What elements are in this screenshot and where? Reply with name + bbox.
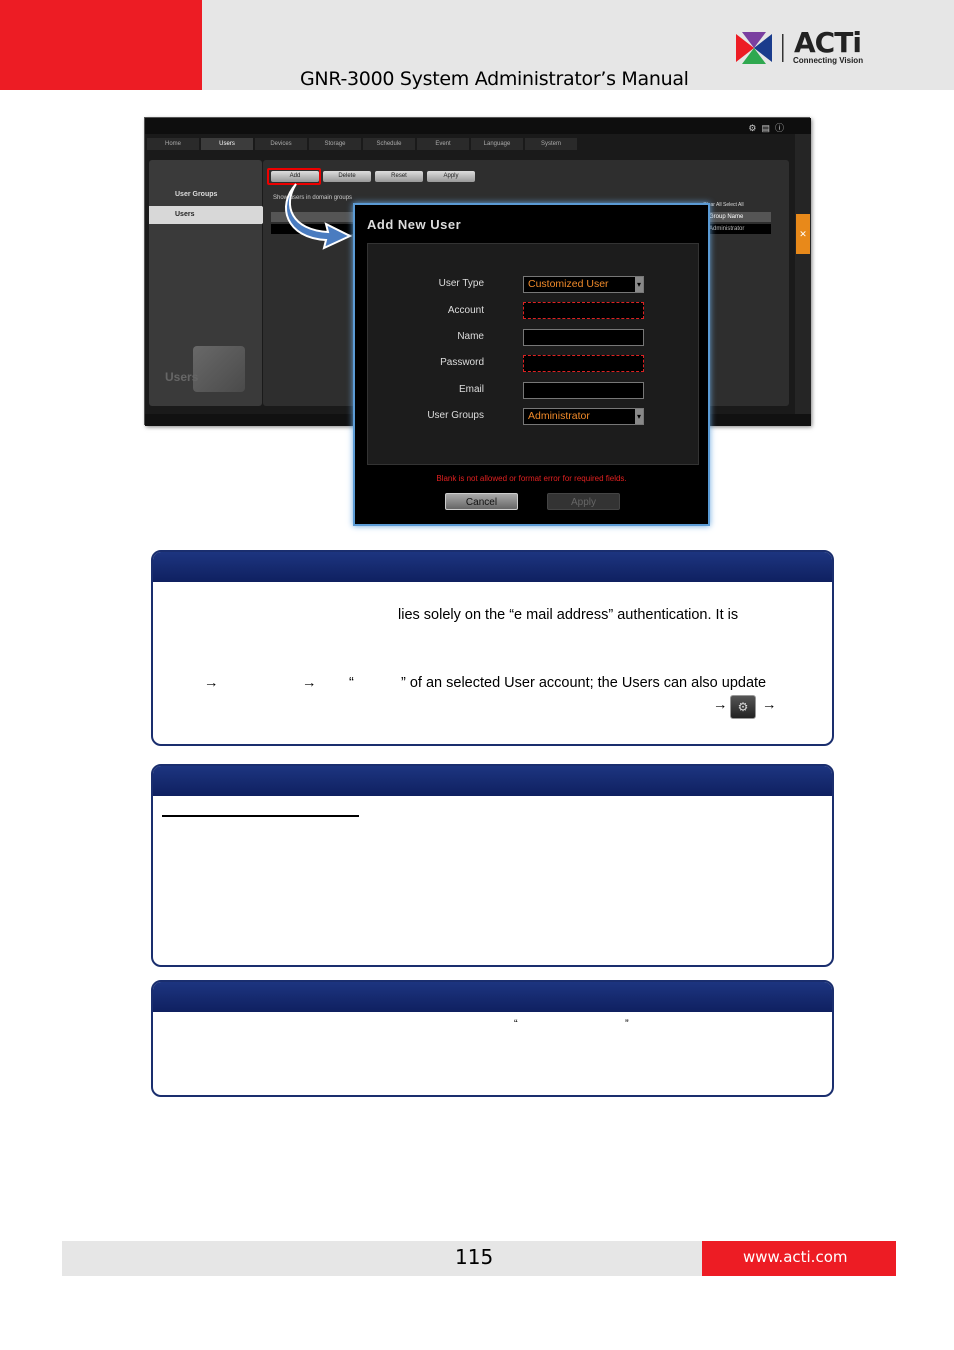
account-input[interactable] — [523, 302, 644, 319]
user-type-select[interactable]: Customized User — [523, 276, 644, 293]
name-label: Name — [457, 331, 484, 342]
grid-header-group-name[interactable]: Group Name — [709, 214, 743, 220]
dialog-form: User Type Customized User Account Name P… — [367, 243, 699, 465]
dialog-apply-button[interactable]: Apply — [547, 493, 620, 510]
sidebar-item-users[interactable]: Users — [149, 206, 270, 224]
password-input[interactable] — [523, 355, 644, 372]
note-box-3-header — [153, 982, 832, 1012]
reset-button[interactable]: Reset — [375, 171, 423, 182]
header-red-block — [0, 0, 202, 90]
note-box-2 — [151, 764, 834, 967]
note-box-2-header — [153, 766, 832, 796]
arrow-right-icon: → — [762, 697, 777, 713]
curved-arrow-icon — [285, 183, 353, 250]
tab-system[interactable]: System — [525, 138, 577, 150]
arrow-right-icon: → — [204, 675, 219, 691]
account-label: Account — [447, 305, 484, 316]
right-rail — [795, 134, 811, 426]
tab-users[interactable]: Users — [201, 138, 253, 150]
tools-icon[interactable]: ✕ — [796, 214, 810, 254]
logo-tagline: Connecting Vision — [793, 56, 864, 65]
name-input[interactable] — [523, 329, 644, 346]
note-1-text-line-2: ” of an selected User account; the Users… — [401, 675, 767, 691]
tab-storage[interactable]: Storage — [309, 138, 361, 150]
profile-settings-icon: ⚙ — [730, 695, 756, 719]
password-label: Password — [440, 357, 484, 368]
note-1-open-quote: “ — [349, 675, 354, 691]
note-3-close-quote: ” — [625, 1018, 629, 1030]
tab-event[interactable]: Event — [417, 138, 469, 150]
tab-language[interactable]: Language — [471, 138, 523, 150]
manual-title: GNR-3000 System Administrator’s Manual — [300, 68, 689, 90]
note-2-underline — [162, 815, 359, 817]
note-box-1-header — [153, 552, 832, 582]
document-icon[interactable]: ▤ — [761, 123, 775, 133]
settings-icon[interactable]: ⚙ — [748, 123, 761, 133]
cancel-button[interactable]: Cancel — [445, 493, 518, 510]
note-1-text-line-1: lies solely on the “e mail address” auth… — [398, 607, 739, 623]
info-icon[interactable]: ⓘ — [775, 123, 789, 133]
apply-button[interactable]: Apply — [427, 171, 475, 182]
app-title-bar — [145, 118, 811, 134]
tab-home[interactable]: Home — [147, 138, 199, 150]
footer-gray-band — [62, 1241, 702, 1276]
tab-schedule[interactable]: Schedule — [363, 138, 415, 150]
sidebar-watermark-label: Users — [165, 370, 199, 384]
user-groups-label: User Groups — [427, 410, 484, 421]
email-label: Email — [458, 384, 484, 395]
app-top-icons: ⚙▤ⓘ — [748, 121, 789, 134]
users-watermark-icon — [193, 346, 245, 392]
user-groups-select[interactable]: Administrator — [523, 408, 644, 425]
website-link[interactable]: www.acti.com — [743, 1248, 848, 1266]
dialog-title: Add New User — [367, 217, 462, 232]
arrow-right-icon: → — [713, 697, 728, 713]
add-new-user-dialog: Add New User User Type Customized User A… — [353, 203, 710, 526]
note-box-3 — [151, 980, 834, 1097]
app-tab-bar: Home Users Devices Storage Schedule Even… — [145, 138, 811, 150]
email-input[interactable] — [523, 382, 644, 399]
logo-wordmark: ACTi — [794, 26, 862, 59]
arrow-right-icon: → — [302, 675, 317, 691]
sidebar: User Groups Users Users — [149, 160, 270, 406]
user-type-label: User Type — [438, 278, 484, 289]
validation-error-message: Blank is not allowed or format error for… — [436, 474, 627, 483]
grid-cell-group: Administrator — [709, 226, 745, 232]
sidebar-item-user-groups[interactable]: User Groups — [149, 186, 262, 204]
page-number: 115 — [455, 1245, 494, 1269]
note-3-open-quote: “ — [514, 1018, 518, 1030]
tab-devices[interactable]: Devices — [255, 138, 307, 150]
